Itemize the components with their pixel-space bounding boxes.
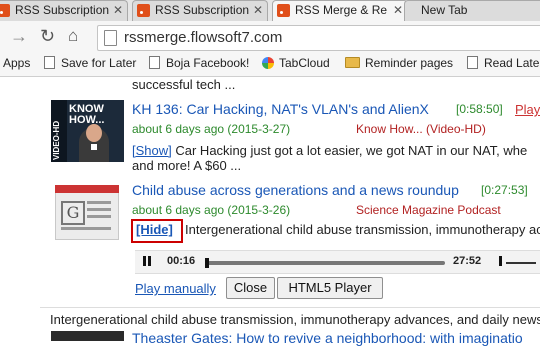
tab-rss-subscription-2[interactable]: RSS Subscription ✕: [132, 0, 268, 21]
tab-title: RSS Merge & Re: [295, 3, 388, 17]
tab-bar: RSS Subscription ✕ RSS Subscription ✕ RS…: [0, 0, 540, 22]
rss-icon: [277, 4, 290, 17]
tab-new-tab[interactable]: New Tab: [404, 0, 540, 21]
tab-title: New Tab: [421, 3, 468, 17]
episode-summary: Intergenerational child abuse transmissi…: [185, 222, 540, 237]
home-icon[interactable]: ⌂: [68, 25, 78, 47]
channel-name[interactable]: Know How... (Video-HD): [356, 122, 486, 136]
audio-player: 00:16 27:52: [135, 250, 540, 274]
episode-date: about 6 days ago (2015-3-27): [132, 122, 291, 136]
tabcloud-icon: [262, 57, 274, 69]
hide-summary-link[interactable]: [Hide]: [136, 222, 173, 237]
apps-button[interactable]: Apps: [3, 56, 30, 70]
episode-duration: [0:58:50]: [456, 102, 503, 116]
play-link[interactable]: Play: [515, 102, 540, 117]
page-icon: [104, 30, 117, 46]
tab-title: RSS Subscription: [155, 3, 250, 17]
url-text[interactable]: rssmerge.flowsoft7.com: [124, 29, 282, 46]
volume-slider[interactable]: [506, 262, 536, 264]
episode-summary-continued: and more! A $60 ...: [132, 158, 242, 173]
seek-handle[interactable]: [205, 258, 210, 268]
bookmark-tabcloud[interactable]: TabCloud: [262, 56, 330, 70]
folder-icon: [345, 57, 360, 68]
close-tab-icon[interactable]: ✕: [393, 1, 403, 19]
apps-label: Apps: [3, 56, 31, 70]
forward-arrow-icon[interactable]: →: [10, 25, 28, 47]
bookmark-reminder-pages[interactable]: Reminder pages: [345, 56, 453, 70]
total-time: 27:52: [453, 255, 482, 267]
rss-icon: [137, 4, 150, 17]
rss-icon: [0, 4, 10, 17]
volume-icon[interactable]: [499, 256, 502, 266]
close-tab-icon[interactable]: ✕: [113, 1, 123, 19]
current-time: 00:16: [167, 255, 196, 267]
tab-title: RSS Subscription: [15, 3, 110, 17]
reload-icon[interactable]: ↻: [40, 25, 55, 47]
document-icon: [149, 56, 160, 69]
html5-player-button[interactable]: HTML5 Player: [277, 277, 383, 299]
next-episode-title-link[interactable]: Theaster Gates: How to revive a neighbor…: [132, 330, 523, 346]
bookmark-label: Reminder pages: [365, 56, 454, 70]
tab-rss-subscription-1[interactable]: RSS Subscription ✕: [0, 0, 128, 21]
bookmark-label: TabCloud: [279, 56, 330, 70]
episode-summary: Car Hacking just got a lot easier, we go…: [175, 143, 528, 158]
episode-thumbnail[interactable]: VIDEO-HD KNOW HOW...: [51, 100, 124, 162]
divider: [40, 307, 540, 308]
document-icon: [44, 56, 55, 69]
podcast-thumbnail[interactable]: G: [51, 185, 124, 242]
pause-icon[interactable]: [143, 256, 146, 266]
channel-name[interactable]: Science Magazine Podcast: [356, 203, 501, 217]
bookmark-save-for-later[interactable]: Save for Later: [44, 56, 136, 70]
episode-title-link[interactable]: KH 136: Car Hacking, NAT's VLAN's and Al…: [132, 101, 429, 117]
address-bar[interactable]: rssmerge.flowsoft7.com: [97, 25, 540, 51]
full-summary-text: Intergenerational child abuse transmissi…: [50, 312, 540, 327]
close-tab-icon[interactable]: ✕: [253, 1, 263, 19]
next-episode-thumbnail[interactable]: [51, 331, 124, 341]
episode-title-link[interactable]: Child abuse across generations and a new…: [132, 182, 459, 198]
thumb-side-text: VIDEO-HD: [52, 120, 61, 160]
bookmark-read-later[interactable]: Read Later: [467, 56, 540, 70]
show-summary-link[interactable]: [Show]: [132, 143, 172, 158]
episode-duration: [0:27:53]: [481, 183, 528, 197]
bookmark-label: Read Later: [484, 56, 540, 70]
tab-rss-merge[interactable]: RSS Merge & Re ✕: [272, 0, 408, 21]
play-manually-link[interactable]: Play manually: [135, 281, 216, 296]
previous-summary-fragment: successful tech ...: [132, 77, 236, 92]
bookmark-boja-facebook[interactable]: Boja Facebook!: [149, 56, 249, 70]
bookmark-label: Boja Facebook!: [166, 56, 250, 70]
bookmarks-bar: Apps Save for Later Boja Facebook! TabCl…: [0, 52, 540, 77]
document-icon: [467, 56, 478, 69]
close-button[interactable]: Close: [226, 277, 275, 299]
thumb-title-text: KNOW HOW...: [69, 103, 105, 126]
bookmark-label: Save for Later: [61, 56, 137, 70]
episode-date: about 6 days ago (2015-3-26): [132, 203, 291, 217]
seek-bar[interactable]: [205, 261, 445, 265]
